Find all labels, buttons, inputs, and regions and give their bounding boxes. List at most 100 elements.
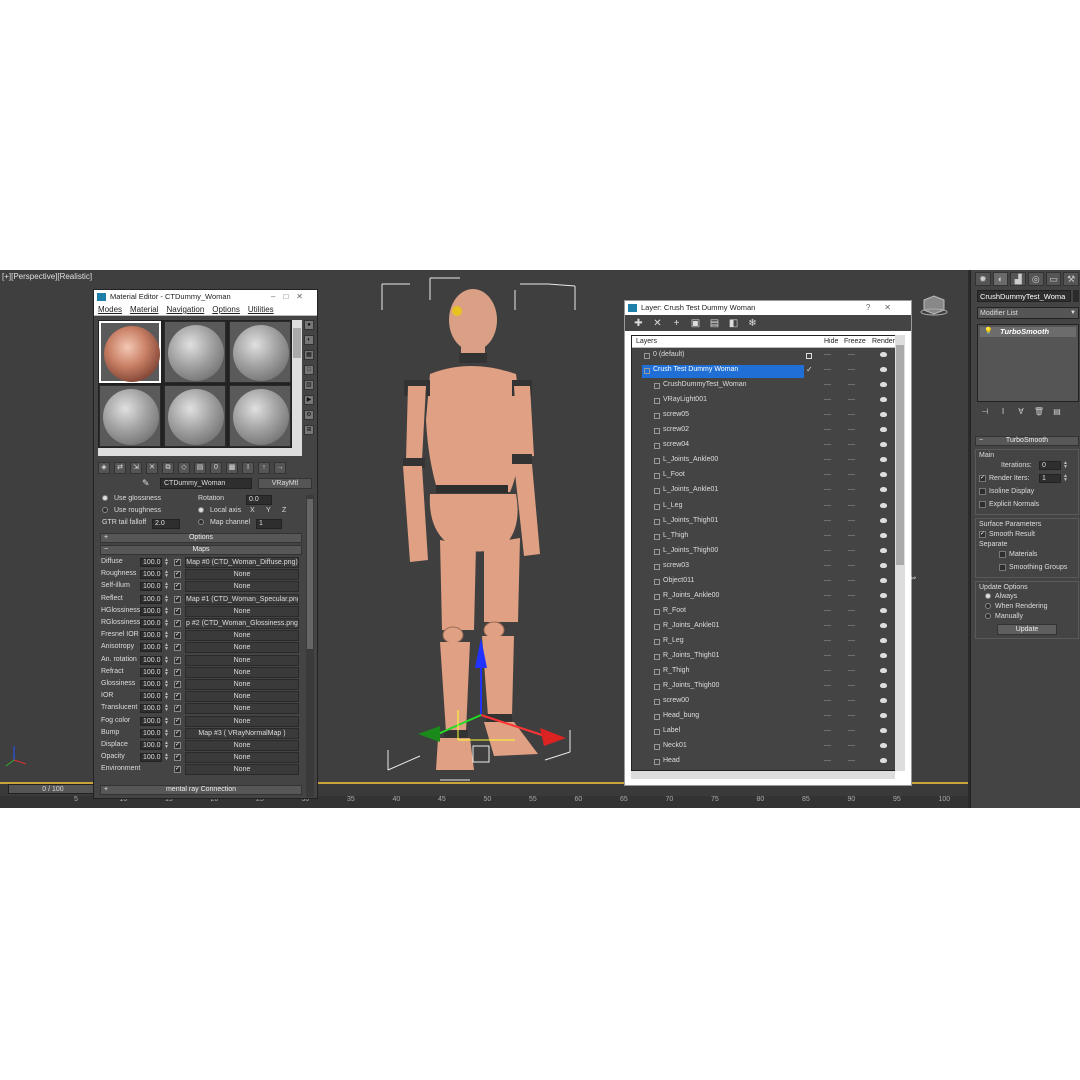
hide-toggle[interactable]: — [824, 502, 831, 509]
hide-toggle[interactable]: — [824, 592, 831, 599]
render-teapot-icon[interactable] [880, 607, 887, 613]
freeze-toggle[interactable]: — [848, 351, 855, 358]
spinner-arrows-icon[interactable]: ▲ ▼ [164, 631, 169, 640]
render-teapot-icon[interactable] [880, 653, 887, 658]
create-icon[interactable]: ✹ [975, 272, 991, 286]
spinner-arrows-icon[interactable]: ▲ ▼ [164, 570, 169, 579]
map-enable-checkbox[interactable]: ✓ [174, 583, 181, 591]
show-end-result-icon[interactable]: Ⅰ [997, 406, 1009, 418]
map-enable-checkbox[interactable]: ✓ [174, 632, 181, 640]
current-layer-toggle[interactable] [806, 353, 812, 359]
hide-toggle[interactable]: — [824, 456, 831, 463]
render-teapot-icon[interactable] [880, 592, 887, 598]
show-end-result-icon[interactable]: Ⅰ [242, 462, 254, 474]
layer-object-row[interactable]: R_Joints_Thigh00 — — [632, 680, 896, 695]
select-layer-icon[interactable]: ▤ [709, 318, 720, 329]
freeze-toggle[interactable]: — [848, 607, 855, 614]
material-editor-titlebar[interactable]: Material Editor - CTDummy_Woman –□✕ [94, 290, 317, 304]
update-button[interactable]: Update [997, 624, 1057, 635]
map-enable-checkbox[interactable]: ✓ [174, 620, 181, 627]
spinner-arrows-icon[interactable]: ▲ ▼ [164, 692, 169, 701]
eyedropper-icon[interactable]: ✎ [142, 478, 150, 489]
layer-object-row[interactable]: Head_bung — — [632, 710, 896, 725]
scroll-thumb[interactable] [293, 328, 301, 358]
freeze-toggle[interactable]: — [848, 426, 855, 433]
spinner-arrows-icon[interactable]: ▲ ▼ [164, 728, 169, 737]
layer-object-row[interactable]: VRayLight001 — — [632, 394, 896, 409]
sample-slot-2[interactable] [164, 321, 226, 383]
map-amount-spinner[interactable]: 100.0 [140, 558, 162, 567]
local-axis-radio[interactable] [198, 507, 204, 514]
window-controls[interactable]: –□✕ [271, 290, 311, 304]
freeze-toggle[interactable]: — [848, 366, 855, 373]
configure-modifier-sets-icon[interactable]: ▤ [1051, 406, 1063, 418]
render-teapot-icon[interactable] [880, 743, 887, 749]
viewcube-icon[interactable] [920, 294, 948, 316]
layer-object-row[interactable]: L_Joints_Ankle01 — — [632, 484, 896, 499]
layer-object-row[interactable]: L_Thigh — — [632, 530, 896, 545]
turbosmooth-rollout-header[interactable]: − TurboSmooth [975, 436, 1079, 446]
render-teapot-icon[interactable] [880, 502, 887, 508]
render-teapot-icon[interactable] [880, 367, 887, 373]
layer-object-row[interactable]: R_Leg — — [632, 635, 896, 650]
map-amount-spinner[interactable]: 100.0 [140, 716, 162, 726]
hide-toggle[interactable]: — [824, 757, 831, 764]
layer-object-row[interactable]: CrushDummyTest_Woman — — [632, 379, 896, 394]
render-teapot-icon[interactable] [880, 427, 887, 433]
go-forward-sibling-icon[interactable]: → [274, 462, 286, 474]
motion-icon[interactable]: ◎ [1028, 272, 1044, 286]
map-slot-button[interactable]: None [185, 703, 299, 715]
menu-navigation[interactable]: Navigation [166, 304, 204, 315]
freeze-unfreeze-icon[interactable]: ❄ [747, 318, 758, 329]
sample-slot-1[interactable] [99, 321, 161, 383]
render-teapot-icon[interactable] [880, 517, 887, 523]
mental-ray-rollout-header[interactable]: + mental ray Connection [100, 785, 302, 795]
hide-toggle[interactable]: — [824, 547, 831, 554]
freeze-toggle[interactable]: — [848, 562, 855, 569]
object-name-field[interactable]: CrushDummyTest_Woma [977, 290, 1071, 302]
map-slot-button[interactable]: None [185, 630, 299, 642]
hide-toggle[interactable]: — [824, 637, 831, 644]
object-color-swatch[interactable] [1073, 290, 1079, 302]
hide-toggle[interactable]: — [824, 667, 831, 674]
sample-type-icon[interactable]: ● [304, 320, 314, 330]
hide-toggle[interactable]: — [824, 471, 831, 478]
map-enable-checkbox[interactable]: ✓ [174, 693, 181, 701]
freeze-toggle[interactable]: — [848, 637, 855, 644]
layer-object-row[interactable]: screw00 — — [632, 695, 896, 710]
sample-slot-6[interactable] [229, 385, 291, 447]
layer-object-row[interactable]: screw05 — — [632, 409, 896, 424]
put-material-icon[interactable]: ⇄ [114, 462, 126, 474]
column-hide[interactable]: Hide [824, 336, 838, 348]
render-teapot-icon[interactable] [880, 562, 887, 568]
map-amount-spinner[interactable]: 100.0 [140, 631, 162, 641]
layer-object-row[interactable]: screw02 — — [632, 424, 896, 439]
rotation-spinner[interactable]: 0.0 [246, 495, 272, 505]
column-layers[interactable]: Layers [636, 336, 657, 348]
map-amount-spinner[interactable]: 100.0 [140, 741, 162, 750]
make-unique-icon[interactable]: ◇ [178, 462, 190, 474]
menu-options[interactable]: Options [212, 304, 240, 315]
render-teapot-icon[interactable] [880, 713, 887, 719]
map-enable-checkbox[interactable]: ✓ [174, 729, 181, 737]
utilities-icon[interactable]: ⚒ [1063, 272, 1080, 286]
smoothing-groups-checkbox[interactable] [999, 564, 1006, 571]
uv-tiling-icon[interactable]: □ [304, 365, 314, 375]
sample-slot-4[interactable] [99, 385, 161, 447]
copy-material-icon[interactable]: ⧉ [162, 462, 174, 474]
axis-x-button[interactable]: X [250, 507, 255, 517]
use-glossiness-radio[interactable] [102, 495, 108, 502]
material-name-field[interactable]: CTDummy_Woman [160, 478, 252, 489]
layer-hscroll[interactable] [631, 771, 895, 779]
map-enable-checkbox[interactable]: ✓ [174, 607, 181, 615]
spinner-arrows-icon[interactable]: ▲ ▼ [164, 582, 169, 591]
time-slider[interactable]: 0 / 100 [8, 784, 98, 794]
freeze-toggle[interactable]: — [848, 471, 855, 478]
layer-object-row[interactable]: Neck01 — — [632, 740, 896, 755]
explicit-normals-checkbox[interactable] [979, 501, 986, 508]
render-teapot-icon[interactable] [880, 728, 887, 734]
map-amount-spinner[interactable]: 100.0 [140, 570, 162, 580]
map-enable-checkbox[interactable]: ✓ [174, 559, 181, 566]
map-enable-checkbox[interactable]: ✓ [174, 766, 181, 774]
options-rollout-header[interactable]: + Options [100, 533, 302, 543]
